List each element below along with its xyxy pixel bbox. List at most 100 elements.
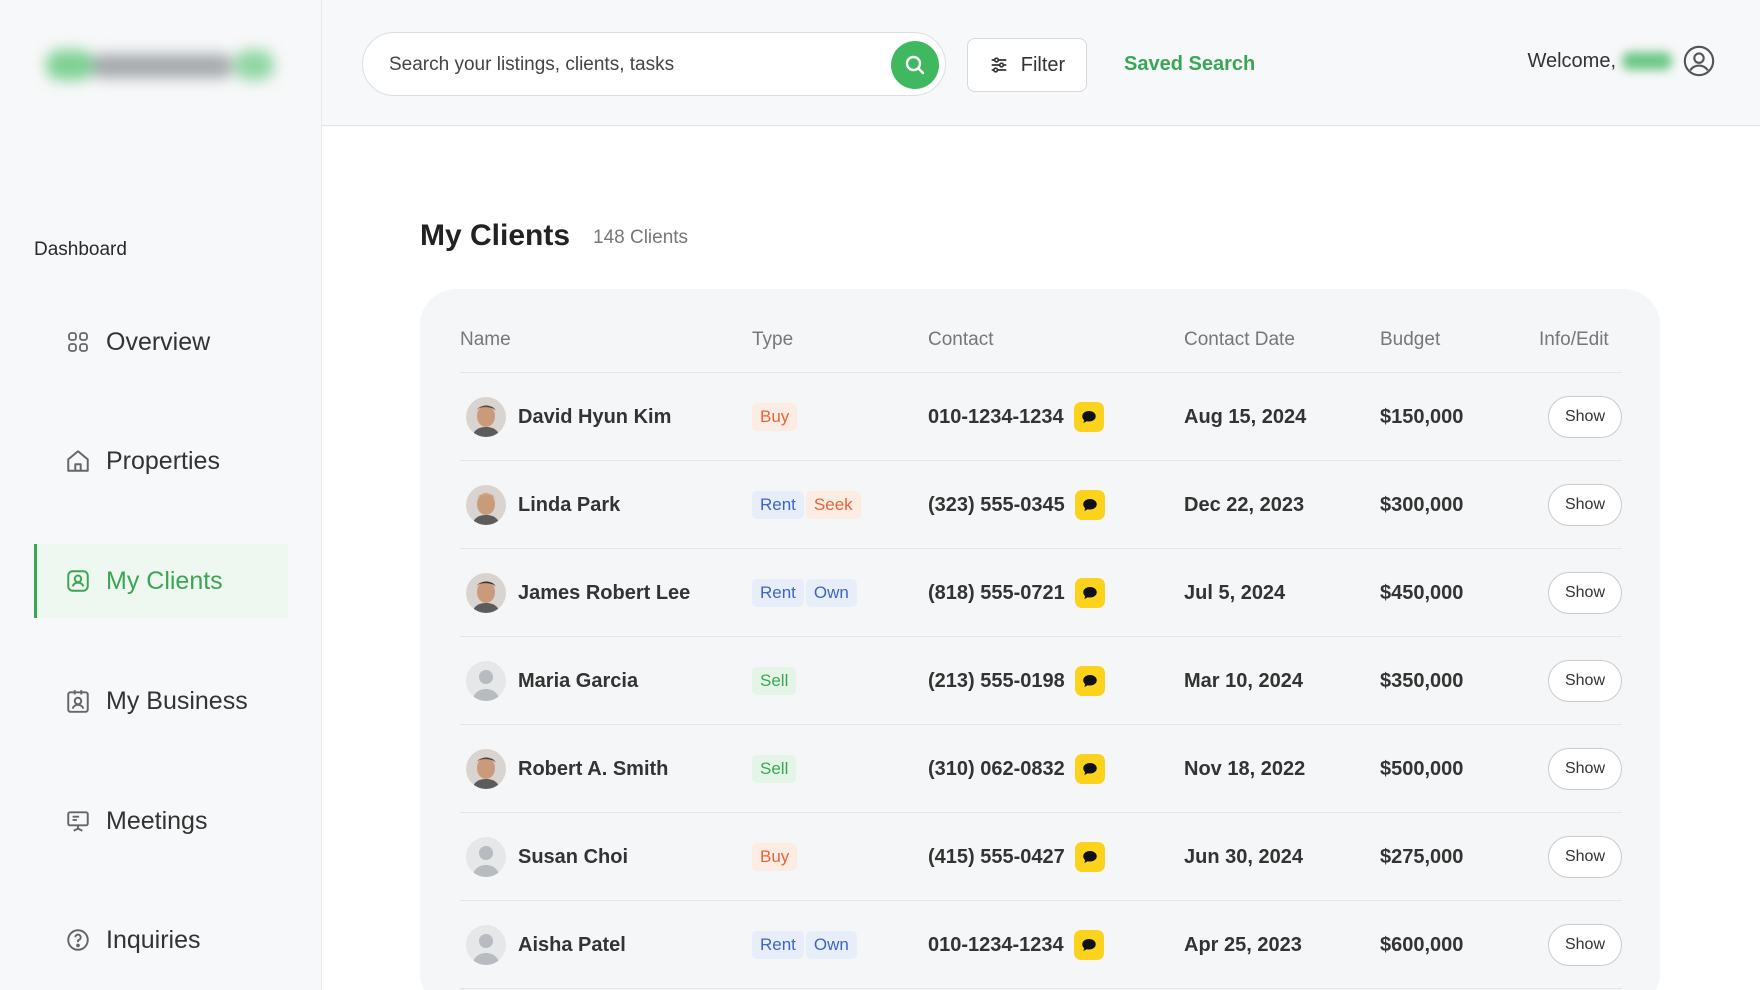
- column-header-contact-date[interactable]: Contact Date: [1184, 329, 1295, 351]
- show-button[interactable]: Show: [1548, 836, 1622, 878]
- search-icon: [903, 53, 927, 77]
- business-icon: [64, 687, 92, 715]
- client-contact-cell: (213) 555-0198: [928, 637, 1105, 725]
- chat-button[interactable]: [1073, 930, 1104, 960]
- sliders-icon: [989, 55, 1009, 75]
- client-name[interactable]: Maria Garcia: [518, 670, 638, 693]
- client-name[interactable]: Aisha Patel: [518, 934, 626, 957]
- client-phone: (818) 555-0721: [928, 581, 1065, 604]
- table-row[interactable]: Susan Choi Buy (415) 555-0427 Jun 30, 20…: [460, 813, 1622, 901]
- brand-logo[interactable]: [46, 42, 276, 86]
- info-edit-cell: Show: [1548, 725, 1622, 813]
- show-button[interactable]: Show: [1548, 924, 1622, 966]
- grid-icon: [64, 328, 92, 356]
- column-header-contact[interactable]: Contact: [928, 329, 993, 351]
- show-button[interactable]: Show: [1548, 748, 1622, 790]
- welcome-area: Welcome,: [1527, 44, 1716, 78]
- column-header-info-edit[interactable]: Info/Edit: [1539, 329, 1609, 351]
- table-row[interactable]: James Robert Lee Rent Own (818) 555-0721 …: [460, 549, 1622, 637]
- client-type-cell: Buy: [752, 373, 799, 461]
- sidebar-item-inquiries[interactable]: Inquiries: [34, 903, 288, 977]
- type-tag-rent: Rent: [752, 579, 804, 607]
- search-button[interactable]: [891, 41, 939, 89]
- table-row[interactable]: Aisha Patel Rent Own 010-1234-1234 Apr 25…: [460, 901, 1622, 989]
- table-row[interactable]: Robert A. Smith Sell (310) 062-0832 Nov …: [460, 725, 1622, 813]
- search-input[interactable]: [389, 51, 869, 79]
- page-title: My Clients: [420, 219, 571, 252]
- sidebar-item-label: Inquiries: [106, 925, 201, 954]
- client-type-cell: Rent Own: [752, 549, 859, 637]
- chat-bubble-icon: [1081, 848, 1099, 866]
- chat-bubble-icon: [1081, 496, 1099, 514]
- client-name-cell: Maria Garcia: [460, 637, 638, 725]
- column-header-type[interactable]: Type: [752, 329, 793, 351]
- saved-search-link[interactable]: Saved Search: [1124, 53, 1255, 76]
- info-edit-cell: Show: [1548, 373, 1622, 461]
- client-contact-cell: 010-1234-1234: [928, 901, 1104, 989]
- info-edit-cell: Show: [1548, 461, 1622, 549]
- table-row[interactable]: Linda Park Rent Seek (323) 555-0345 Dec 2…: [460, 461, 1622, 549]
- contact-date: Mar 10, 2024: [1184, 669, 1303, 692]
- client-name[interactable]: Linda Park: [518, 494, 620, 517]
- avatar: [466, 397, 506, 437]
- client-name[interactable]: Robert A. Smith: [518, 758, 668, 781]
- main-content: My Clients 148 Clients Name Type Contact…: [322, 127, 1760, 990]
- client-contact-cell: (310) 062-0832: [928, 725, 1105, 813]
- client-phone: 010-1234-1234: [928, 405, 1064, 428]
- type-tag-seek: Seek: [805, 491, 861, 519]
- show-button[interactable]: Show: [1548, 484, 1622, 526]
- client-type-cell: Sell: [752, 725, 798, 813]
- user-profile-icon[interactable]: [1682, 44, 1716, 78]
- type-tag-sell: Sell: [752, 755, 797, 783]
- sidebar-item-properties[interactable]: Properties: [34, 424, 288, 498]
- chat-button[interactable]: [1074, 842, 1105, 872]
- chat-button[interactable]: [1074, 666, 1105, 696]
- chat-button[interactable]: [1074, 578, 1105, 608]
- client-name-cell: Linda Park: [460, 461, 620, 549]
- client-name-cell: Robert A. Smith: [460, 725, 668, 813]
- budget-cell: $600,000: [1380, 901, 1463, 989]
- contact-date: Jul 5, 2024: [1184, 581, 1286, 604]
- chat-button[interactable]: [1074, 754, 1105, 784]
- avatar: [466, 573, 506, 613]
- sidebar-item-label: My Clients: [106, 566, 223, 595]
- contact-date: Aug 15, 2024: [1184, 405, 1307, 428]
- type-tag-own: Own: [805, 579, 857, 607]
- column-header-budget[interactable]: Budget: [1380, 329, 1440, 351]
- contact-date-cell: Jun 30, 2024: [1184, 813, 1303, 901]
- avatar: [466, 485, 506, 525]
- sidebar-item-overview[interactable]: Overview: [34, 305, 288, 379]
- budget-cell: $150,000: [1380, 373, 1463, 461]
- contact-date: Apr 25, 2023: [1184, 933, 1302, 956]
- sidebar-item-my-business[interactable]: My Business: [34, 664, 288, 738]
- client-name[interactable]: James Robert Lee: [518, 582, 690, 605]
- client-type-cell: Rent Own: [752, 901, 859, 989]
- client-name-cell: James Robert Lee: [460, 549, 690, 637]
- table-row[interactable]: Maria Garcia Sell (213) 555-0198 Mar 10,…: [460, 637, 1622, 725]
- budget-value: $500,000: [1380, 757, 1464, 780]
- chat-button[interactable]: [1073, 402, 1104, 432]
- client-contact-cell: (323) 555-0345: [928, 461, 1105, 549]
- budget-cell: $300,000: [1380, 461, 1463, 549]
- client-name[interactable]: David Hyun Kim: [518, 406, 671, 429]
- sidebar-item-meetings[interactable]: Meetings: [34, 784, 288, 858]
- chat-bubble-icon: [1080, 936, 1098, 954]
- show-button[interactable]: Show: [1548, 572, 1622, 614]
- info-edit-cell: Show: [1548, 549, 1622, 637]
- show-button[interactable]: Show: [1548, 396, 1622, 438]
- avatar: [466, 749, 506, 789]
- user-name-blurred: [1622, 52, 1672, 70]
- budget-value: $275,000: [1380, 845, 1464, 868]
- table-row[interactable]: David Hyun Kim Buy 010-1234-1234 Aug 15,…: [460, 373, 1622, 461]
- show-button[interactable]: Show: [1548, 660, 1622, 702]
- chat-button[interactable]: [1074, 490, 1105, 520]
- contact-date-cell: Nov 18, 2022: [1184, 725, 1305, 813]
- client-phone: (213) 555-0198: [928, 669, 1065, 692]
- sidebar-item-my-clients[interactable]: My Clients: [34, 544, 288, 618]
- column-header-name[interactable]: Name: [460, 329, 511, 351]
- budget-cell: $275,000: [1380, 813, 1463, 901]
- client-contact-cell: (415) 555-0427: [928, 813, 1105, 901]
- client-name[interactable]: Susan Choi: [518, 846, 628, 869]
- client-phone: (323) 555-0345: [928, 493, 1065, 516]
- filter-button[interactable]: Filter: [967, 38, 1087, 92]
